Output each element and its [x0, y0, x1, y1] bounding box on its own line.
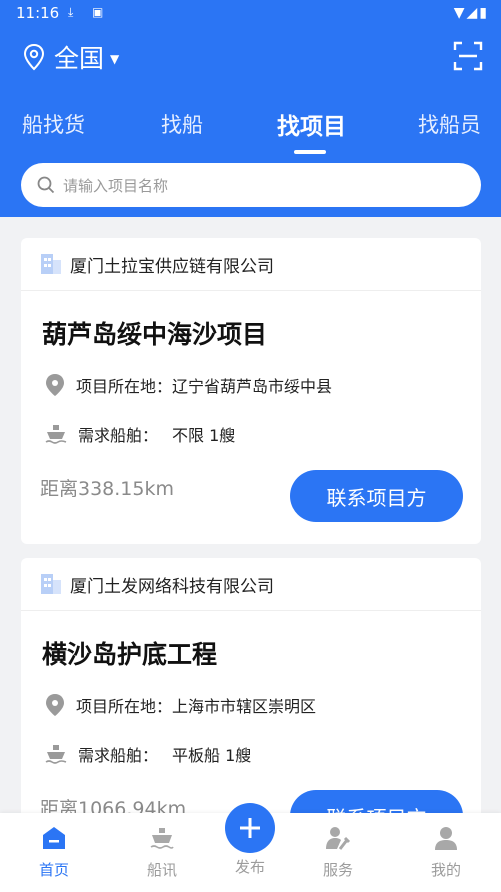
tab-find-crew[interactable]: 找船员 [418, 109, 481, 139]
publish-button[interactable] [225, 803, 275, 853]
nav-publish-label: 发布 [234, 858, 265, 876]
contact-project-button[interactable]: 联系项目方 [290, 470, 463, 522]
ship-label: 需求船舶： [78, 746, 159, 765]
location-label: 项目所在地： [76, 697, 173, 716]
nav-service-label: 服务 [322, 861, 353, 879]
project-title: 横沙岛护底工程 [42, 640, 218, 669]
location-pin-icon [46, 374, 64, 396]
company-name: 厦门土拉宝供应链有限公司 [70, 256, 274, 277]
location-pin-icon [23, 43, 45, 71]
company-header: 厦门土发网络科技有限公司 [21, 558, 481, 611]
building-icon [41, 574, 61, 594]
nav-home-label: 首页 [38, 861, 69, 879]
status-bar: 11:16 ⤓ ▣ ▼◢▮ [0, 0, 501, 28]
scan-icon[interactable] [453, 41, 483, 71]
service-icon [326, 827, 351, 850]
ship-news-icon [150, 828, 174, 849]
nav-home[interactable]: 首页 [19, 825, 89, 880]
location-label: 全国 [54, 44, 105, 73]
app-notification-icon: ▣ [92, 5, 104, 19]
search-placeholder: 请输入项目名称 [63, 176, 169, 195]
location-value: 辽宁省葫芦岛市绥中县 [172, 377, 333, 396]
nav-ship-news[interactable]: 船讯 [127, 825, 197, 880]
company-header: 厦门土拉宝供应链有限公司 [21, 238, 481, 291]
ship-requirement-row: 需求船舶： 不限 1艘 [44, 420, 235, 448]
nav-service[interactable]: 服务 [303, 825, 373, 880]
location-pin-icon [46, 694, 64, 716]
ship-value: 平板船 1艘 [172, 746, 252, 765]
location-label: 项目所在地： [76, 377, 173, 396]
plus-icon [240, 818, 260, 838]
company-name: 厦门土发网络科技有限公司 [70, 576, 274, 597]
status-icons: ▼◢▮ [453, 5, 489, 21]
download-icon: ⤓ [68, 5, 74, 19]
ship-label: 需求船舶： [78, 426, 159, 445]
tab-bar: 船找货 找船 找项目 找船员 [0, 103, 501, 154]
location-selector[interactable]: 全国 ▼ [22, 40, 119, 74]
chevron-down-icon: ▼ [110, 51, 120, 66]
tab-find-ship[interactable]: 找船 [161, 109, 203, 139]
ship-icon [45, 425, 67, 444]
nav-profile[interactable]: 我的 [411, 825, 481, 880]
search-icon [37, 176, 55, 194]
tab-find-project[interactable]: 找项目 [277, 107, 346, 141]
nav-ship-news-label: 船讯 [146, 861, 177, 879]
project-title: 葫芦岛绥中海沙项目 [42, 320, 268, 349]
search-input[interactable]: 请输入项目名称 [21, 163, 481, 207]
project-location-row: 项目所在地： 上海市市辖区崇明区 [44, 691, 316, 719]
distance-text: 距离338.15km [40, 478, 174, 500]
location-value: 上海市市辖区崇明区 [172, 697, 317, 716]
home-icon [43, 827, 65, 849]
ship-value: 不限 1艘 [172, 426, 236, 445]
project-location-row: 项目所在地： 辽宁省葫芦岛市绥中县 [44, 371, 332, 399]
tab-ship-find-cargo[interactable]: 船找货 [22, 109, 85, 139]
ship-icon [45, 745, 67, 764]
building-icon [41, 254, 61, 274]
project-card[interactable]: 厦门土拉宝供应链有限公司 葫芦岛绥中海沙项目 项目所在地： 辽宁省葫芦岛市绥中县… [21, 238, 481, 544]
top-header: 11:16 ⤓ ▣ ▼◢▮ 全国 ▼ 船找货 找船 找项目 找船员 请输入项目名… [0, 0, 501, 217]
nav-profile-label: 我的 [430, 861, 461, 879]
active-tab-indicator [294, 150, 326, 154]
profile-icon [435, 827, 457, 850]
ship-requirement-row: 需求船舶： 平板船 1艘 [44, 740, 251, 768]
status-time: 11:16 [16, 4, 60, 22]
